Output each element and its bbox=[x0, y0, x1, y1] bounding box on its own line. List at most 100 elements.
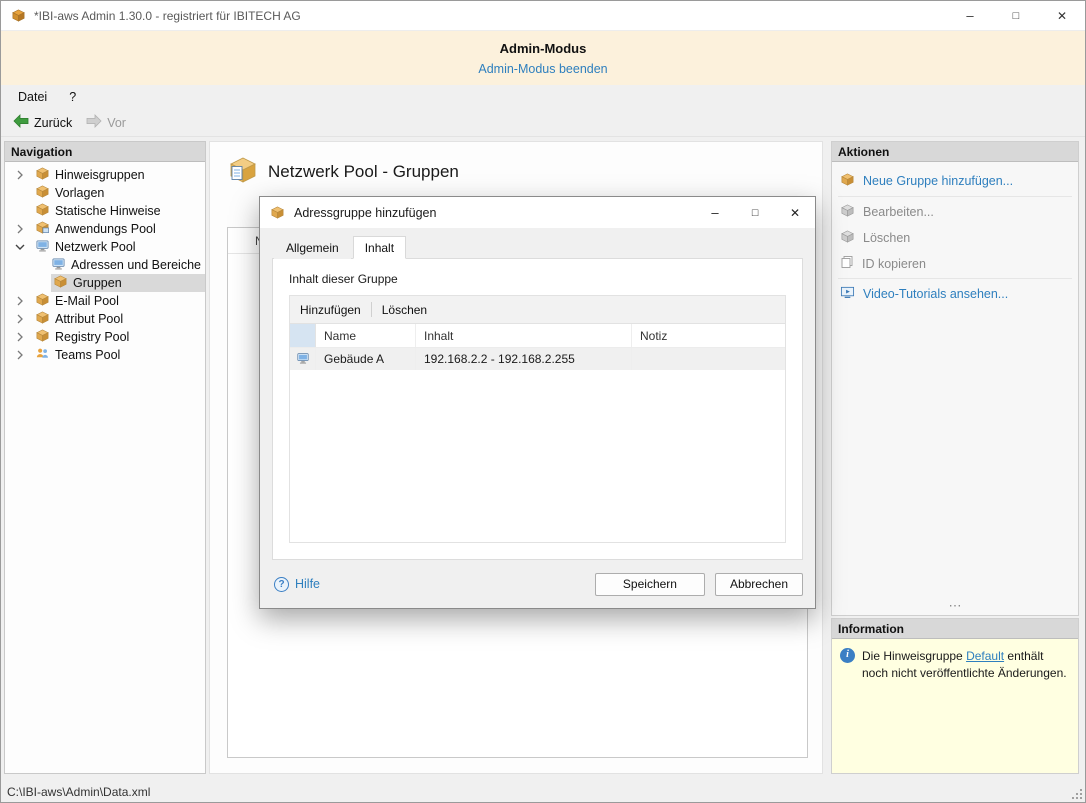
resize-grip[interactable] bbox=[1070, 787, 1083, 800]
tab-inhalt-panel: Inhalt dieser Gruppe Hinzufügen Löschen … bbox=[272, 258, 803, 560]
admin-mode-exit-link[interactable]: Admin-Modus beenden bbox=[478, 62, 607, 76]
nav-item-hinweisgruppen[interactable]: Hinweisgruppen bbox=[5, 166, 205, 184]
video-icon bbox=[840, 285, 855, 303]
panel-splitter-handle[interactable]: ⋯ bbox=[832, 599, 1078, 613]
chevron-right-icon[interactable] bbox=[15, 170, 33, 180]
row-name: Gebäude A bbox=[316, 348, 416, 370]
nav-item-registry-pool[interactable]: Registry Pool bbox=[5, 328, 205, 346]
network-icon bbox=[35, 238, 50, 256]
chevron-down-icon[interactable] bbox=[15, 242, 33, 252]
group-content-label: Inhalt dieser Gruppe bbox=[289, 272, 398, 286]
chevron-right-icon[interactable] bbox=[15, 332, 33, 342]
action-copy-id: ID kopieren bbox=[832, 251, 1078, 276]
status-bar: C:\IBI-aws\Admin\Data.xml bbox=[1, 782, 1085, 802]
nav-item-vorlagen[interactable]: Vorlagen bbox=[5, 184, 205, 202]
row-selector-column[interactable] bbox=[290, 324, 316, 347]
row-icon-cell bbox=[290, 348, 316, 370]
chevron-right-icon[interactable] bbox=[15, 314, 33, 324]
app-logo-icon bbox=[11, 8, 26, 23]
edit-box-icon bbox=[840, 203, 855, 221]
dialog-title: Adressgruppe hinzufügen bbox=[294, 205, 437, 220]
table-row[interactable]: Gebäude A 192.168.2.2 - 192.168.2.255 bbox=[290, 348, 785, 370]
chevron-right-icon[interactable] bbox=[15, 350, 33, 360]
dialog-maximize-button[interactable]: □ bbox=[735, 197, 775, 228]
tab-inhalt[interactable]: Inhalt bbox=[352, 236, 407, 259]
menu-datei[interactable]: Datei bbox=[7, 85, 58, 109]
title-bar: *IBI-aws Admin 1.30.0 - registriert für … bbox=[1, 1, 1085, 31]
copy-icon bbox=[840, 255, 854, 272]
delete-box-icon bbox=[840, 229, 855, 247]
remove-entry-button[interactable]: Löschen bbox=[382, 303, 427, 317]
cancel-button[interactable]: Abbrechen bbox=[714, 572, 803, 596]
forward-arrow-icon bbox=[86, 114, 102, 131]
status-path: C:\IBI-aws\Admin\Data.xml bbox=[7, 785, 151, 799]
right-panel: Aktionen Neue Gruppe hinzufügen... Bearb… bbox=[831, 141, 1079, 774]
box-icon bbox=[35, 202, 50, 220]
box-icon bbox=[35, 166, 50, 184]
dialog-title-bar: Adressgruppe hinzufügen – □ ✕ bbox=[260, 197, 815, 229]
actions-header: Aktionen bbox=[832, 142, 1078, 162]
dialog-minimize-button[interactable]: – bbox=[695, 197, 735, 228]
close-button[interactable]: ✕ bbox=[1039, 1, 1085, 30]
back-button[interactable]: Zurück bbox=[9, 114, 82, 131]
dialog-box-icon bbox=[270, 205, 285, 220]
dialog-close-button[interactable]: ✕ bbox=[775, 197, 815, 228]
navigation-panel: Navigation Hinweisgruppen Vorlagen Stati… bbox=[4, 141, 206, 774]
nav-item-teams-pool[interactable]: Teams Pool bbox=[5, 346, 205, 364]
column-inhalt[interactable]: Inhalt bbox=[416, 324, 632, 347]
chevron-right-icon[interactable] bbox=[15, 296, 33, 306]
people-icon bbox=[35, 346, 50, 364]
default-group-link[interactable]: Default bbox=[966, 649, 1004, 663]
action-add-group[interactable]: Neue Gruppe hinzufügen... bbox=[832, 168, 1078, 194]
navigation-tree: Hinweisgruppen Vorlagen Statische Hinwei… bbox=[5, 162, 205, 364]
forward-button: Vor bbox=[82, 114, 136, 131]
nav-item-gruppen[interactable]: Gruppen bbox=[5, 274, 205, 292]
box-icon bbox=[53, 274, 68, 292]
nav-item-anwendungs-pool[interactable]: Anwendungs Pool bbox=[5, 220, 205, 238]
help-link[interactable]: ? Hilfe bbox=[274, 576, 320, 592]
nav-item-statische-hinweise[interactable]: Statische Hinweise bbox=[5, 202, 205, 220]
box-icon bbox=[35, 184, 50, 202]
action-delete: Löschen bbox=[832, 225, 1078, 251]
info-icon: i bbox=[840, 648, 855, 663]
row-inhalt: 192.168.2.2 - 192.168.2.255 bbox=[416, 348, 632, 370]
chevron-right-icon[interactable] bbox=[15, 224, 33, 234]
network-icon bbox=[51, 256, 66, 274]
information-header: Information bbox=[832, 619, 1078, 639]
menu-help[interactable]: ? bbox=[58, 85, 87, 109]
table-empty-area bbox=[290, 370, 785, 542]
network-icon bbox=[296, 351, 310, 368]
address-group-dialog: Adressgruppe hinzufügen – □ ✕ Allgemein … bbox=[259, 196, 816, 609]
tab-allgemein[interactable]: Allgemein bbox=[274, 236, 351, 259]
action-edit: Bearbeiten... bbox=[832, 199, 1078, 225]
admin-mode-banner: Admin-Modus Admin-Modus beenden bbox=[1, 31, 1085, 85]
save-button[interactable]: Speichern bbox=[594, 572, 705, 596]
dialog-footer: ? Hilfe Speichern Abbrechen bbox=[274, 572, 803, 596]
column-name[interactable]: Name bbox=[316, 324, 416, 347]
separator bbox=[838, 278, 1072, 279]
app-pool-icon bbox=[35, 220, 50, 238]
action-video-tutorials[interactable]: Video-Tutorials ansehen... bbox=[832, 281, 1078, 307]
information-panel: Information i Die Hinweisgruppe Default … bbox=[831, 618, 1079, 774]
nav-item-attribut-pool[interactable]: Attribut Pool bbox=[5, 310, 205, 328]
nav-item-netzwerk-pool[interactable]: Netzwerk Pool bbox=[5, 238, 205, 256]
nav-item-adressen-und-bereiche[interactable]: Adressen und Bereiche bbox=[5, 256, 205, 274]
admin-mode-title: Admin-Modus bbox=[499, 41, 587, 56]
nav-item-email-pool[interactable]: E-Mail Pool bbox=[5, 292, 205, 310]
nav-toolbar: Zurück Vor bbox=[1, 109, 1085, 137]
add-entry-button[interactable]: Hinzufügen bbox=[300, 303, 361, 317]
column-notiz[interactable]: Notiz bbox=[632, 324, 785, 347]
minimize-button[interactable]: – bbox=[947, 1, 993, 30]
dialog-tabs: Allgemein Inhalt bbox=[274, 236, 408, 259]
window-title: *IBI-aws Admin 1.30.0 - registriert für … bbox=[34, 8, 301, 23]
actions-panel: Aktionen Neue Gruppe hinzufügen... Bearb… bbox=[831, 141, 1079, 616]
dialog-list-toolbar: Hinzufügen Löschen bbox=[290, 296, 785, 324]
box-icon bbox=[35, 310, 50, 328]
page-title: Netzwerk Pool - Gruppen bbox=[268, 161, 459, 181]
menu-bar: Datei ? bbox=[1, 85, 1085, 109]
group-content-box: Hinzufügen Löschen Name Inhalt Notiz Geb… bbox=[289, 295, 786, 543]
box-icon bbox=[35, 292, 50, 310]
maximize-button[interactable]: □ bbox=[993, 1, 1039, 30]
app-window: *IBI-aws Admin 1.30.0 - registriert für … bbox=[0, 0, 1086, 803]
network-pool-group-icon bbox=[228, 156, 258, 187]
